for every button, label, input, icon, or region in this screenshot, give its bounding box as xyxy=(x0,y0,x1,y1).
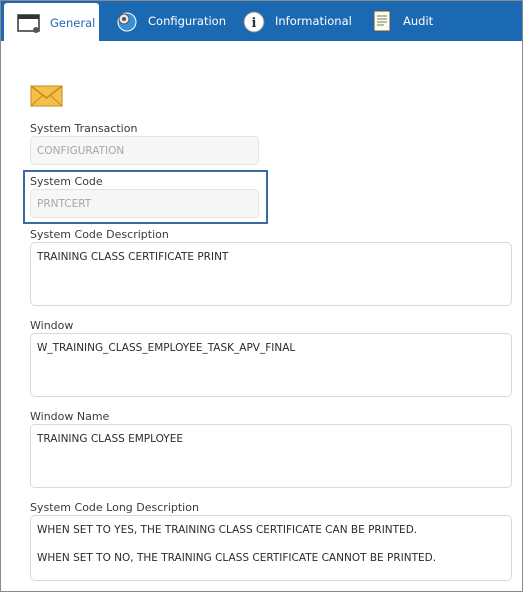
system-code-description-value: TRAINING CLASS CERTIFICATE PRINT xyxy=(37,251,229,263)
window-label: Window xyxy=(30,319,74,332)
window-name-field[interactable]: TRAINING CLASS EMPLOYEE xyxy=(30,424,512,488)
tab-bar: General Configuration i Informational Au… xyxy=(1,1,522,43)
general-form: System Transaction CONFIGURATION System … xyxy=(1,43,522,591)
long-description-field[interactable]: WHEN SET TO YES, THE TRAINING CLASS CERT… xyxy=(30,515,512,581)
envelope-icon xyxy=(30,83,64,109)
document-icon xyxy=(369,9,395,33)
system-code-description-label: System Code Description xyxy=(30,228,169,241)
system-code-field[interactable]: PRNTCERT xyxy=(30,189,259,218)
system-code-value: PRNTCERT xyxy=(37,198,92,210)
system-code-label: System Code xyxy=(30,175,103,188)
window-field[interactable]: W_TRAINING_CLASS_EMPLOYEE_TASK_APV_FINAL xyxy=(30,333,512,397)
window-value: W_TRAINING_CLASS_EMPLOYEE_TASK_APV_FINAL xyxy=(37,342,296,354)
tab-general-label: General xyxy=(50,16,96,30)
window-name-label: Window Name xyxy=(30,410,110,423)
tab-audit-label: Audit xyxy=(403,14,434,28)
window-name-value: TRAINING CLASS EMPLOYEE xyxy=(37,433,183,445)
long-description-line-2: WHEN SET TO NO, THE TRAINING CLASS CERTI… xyxy=(37,552,437,564)
system-transaction-value: CONFIGURATION xyxy=(37,145,125,157)
general-panel: General Configuration i Informational Au… xyxy=(0,0,523,592)
svg-text:i: i xyxy=(252,16,257,31)
long-description-label: System Code Long Description xyxy=(30,501,199,514)
info-icon: i xyxy=(241,9,267,33)
tab-informational-label: Informational xyxy=(275,14,352,28)
system-transaction-label: System Transaction xyxy=(30,122,138,135)
long-description-line-1: WHEN SET TO YES, THE TRAINING CLASS CERT… xyxy=(37,524,418,536)
gear-globe-icon xyxy=(114,9,140,33)
tab-configuration[interactable]: Configuration xyxy=(114,1,226,41)
tab-informational[interactable]: i Informational xyxy=(241,1,352,41)
tab-general[interactable]: General xyxy=(4,3,99,43)
window-icon xyxy=(16,11,42,35)
tab-audit[interactable]: Audit xyxy=(369,1,433,41)
system-transaction-field[interactable]: CONFIGURATION xyxy=(30,136,259,165)
tab-configuration-label: Configuration xyxy=(148,14,226,28)
system-code-description-field[interactable]: TRAINING CLASS CERTIFICATE PRINT xyxy=(30,242,512,306)
